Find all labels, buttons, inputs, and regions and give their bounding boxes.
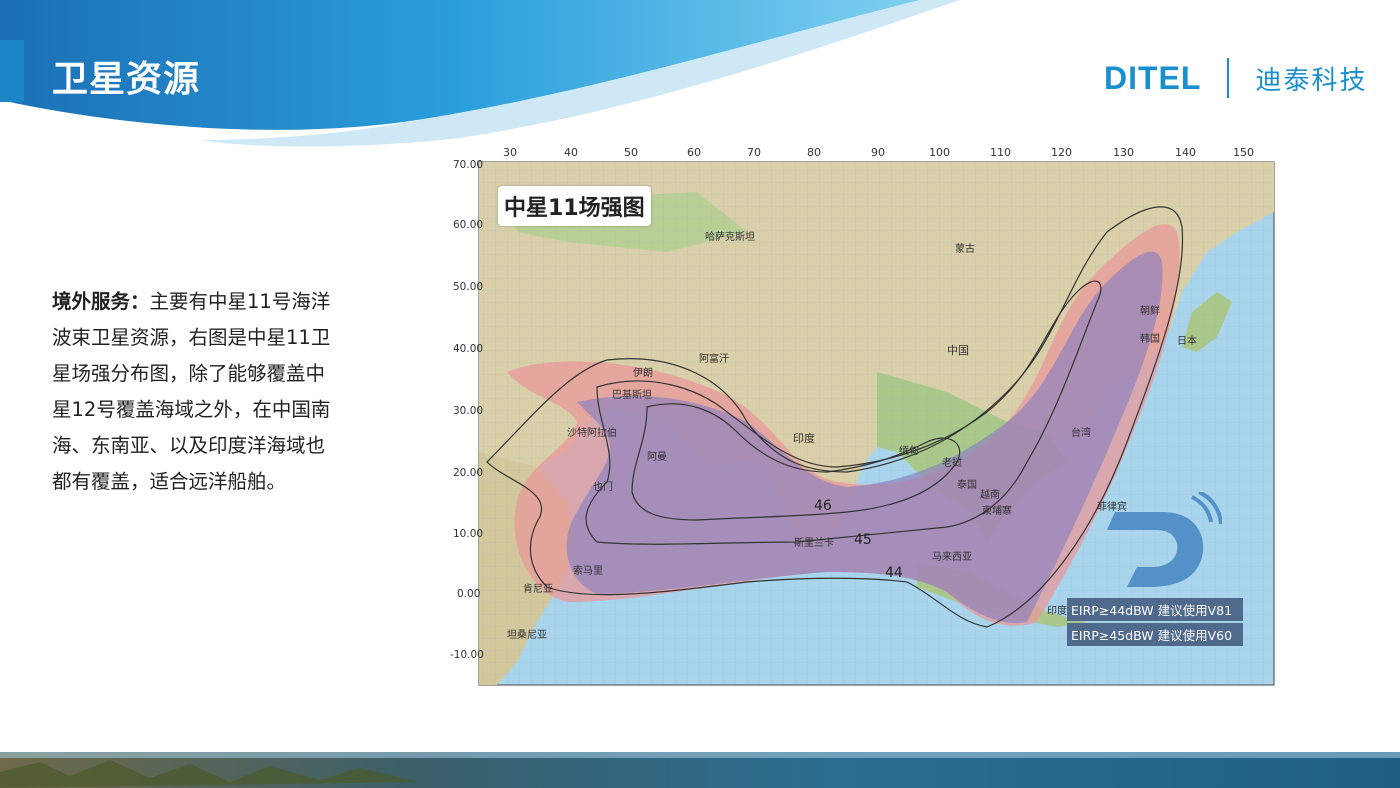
place-label: 泰国 <box>957 480 977 491</box>
lon-tick: 70 <box>747 146 761 159</box>
lon-tick: 100 <box>929 146 950 159</box>
place-label: 印度 <box>793 432 815 445</box>
lat-tick: 10.00 <box>453 528 484 540</box>
lat-tick: 40.00 <box>453 343 484 355</box>
lat-tick: 70.00 <box>453 159 484 171</box>
logo-divider <box>1227 58 1230 98</box>
place-label: 阿富汗 <box>699 354 729 365</box>
place-label: 柬埔寨 <box>982 506 1012 517</box>
lon-tick: 150 <box>1233 146 1254 159</box>
place-label: 斯里兰卡 <box>794 538 834 549</box>
place-label: 台湾 <box>1071 428 1091 439</box>
lon-tick: 130 <box>1113 146 1134 159</box>
place-label: 肯尼亚 <box>523 584 553 595</box>
lat-tick: 60.00 <box>453 219 484 231</box>
legend-item-45: EIRP≥45dBW 建议使用V60 <box>1067 623 1243 646</box>
eirp-legend: EIRP≥44dBW 建议使用V81 EIRP≥45dBW 建议使用V60 <box>1067 598 1243 648</box>
place-label: 阿曼 <box>647 452 667 463</box>
place-label: 哈萨克斯坦 <box>705 232 755 243</box>
lat-tick: 0.00 <box>457 588 481 600</box>
logo-text-cn: 迪泰科技 <box>1255 65 1368 96</box>
lon-tick: 90 <box>871 146 885 159</box>
title-accent-bar <box>0 40 24 102</box>
place-label: 也门 <box>593 482 613 493</box>
place-label: 伊朗 <box>633 368 653 379</box>
description-body: 主要有中星11号海洋波束卫星资源，右图是中星11卫星场强分布图，除了能够覆盖中星… <box>52 290 331 493</box>
lat-tick: 30.00 <box>453 405 484 417</box>
contour-label-45: 45 <box>854 532 872 548</box>
place-label: 朝鲜 <box>1140 306 1160 317</box>
lat-tick: 20.00 <box>453 467 484 479</box>
company-logo: DITEL 迪泰科技 <box>1104 58 1367 98</box>
contour-label-44: 44 <box>885 565 903 581</box>
legend-item-44: EIRP≥44dBW 建议使用V81 <box>1067 598 1243 621</box>
lon-tick: 120 <box>1051 146 1072 159</box>
place-label: 蒙古 <box>955 244 975 255</box>
map-title: 中星11场强图 <box>498 186 651 226</box>
contour-label-46: 46 <box>814 498 832 514</box>
lon-tick: 50 <box>624 146 638 159</box>
lon-tick: 110 <box>990 146 1011 159</box>
lon-tick: 30 <box>503 146 517 159</box>
lon-tick: 40 <box>564 146 578 159</box>
lat-tick: -10.00 <box>450 649 484 661</box>
page-title: 卫星资源 <box>52 59 201 100</box>
lat-tick: 50.00 <box>453 281 484 293</box>
place-label: 韩国 <box>1140 334 1160 345</box>
place-label: 老挝 <box>942 458 962 469</box>
ditel-watermark-logo <box>1107 492 1222 587</box>
lon-tick: 80 <box>807 146 821 159</box>
bottom-sea-strip <box>0 752 1400 788</box>
place-label: 索马里 <box>573 566 603 577</box>
place-label: 越南 <box>980 490 1000 501</box>
place-label: 日本 <box>1177 336 1197 347</box>
logo-text-en: DITEL <box>1104 59 1202 96</box>
place-label: 缅甸 <box>899 446 919 457</box>
place-label: 坦桑尼亚 <box>507 630 547 641</box>
place-label: 中国 <box>947 344 969 357</box>
lon-tick: 60 <box>687 146 701 159</box>
coverage-map: 30 40 50 60 70 80 90 100 110 120 130 140… <box>447 122 1287 692</box>
place-label: 马来西亚 <box>932 552 972 563</box>
place-label: 沙特阿拉伯 <box>567 428 617 439</box>
lon-tick: 140 <box>1175 146 1196 159</box>
place-label: 巴基斯坦 <box>612 390 652 401</box>
description-lead: 境外服务： <box>52 290 150 313</box>
description-text: 境外服务：主要有中星11号海洋波束卫星资源，右图是中星11卫星场强分布图，除了能… <box>52 284 337 500</box>
